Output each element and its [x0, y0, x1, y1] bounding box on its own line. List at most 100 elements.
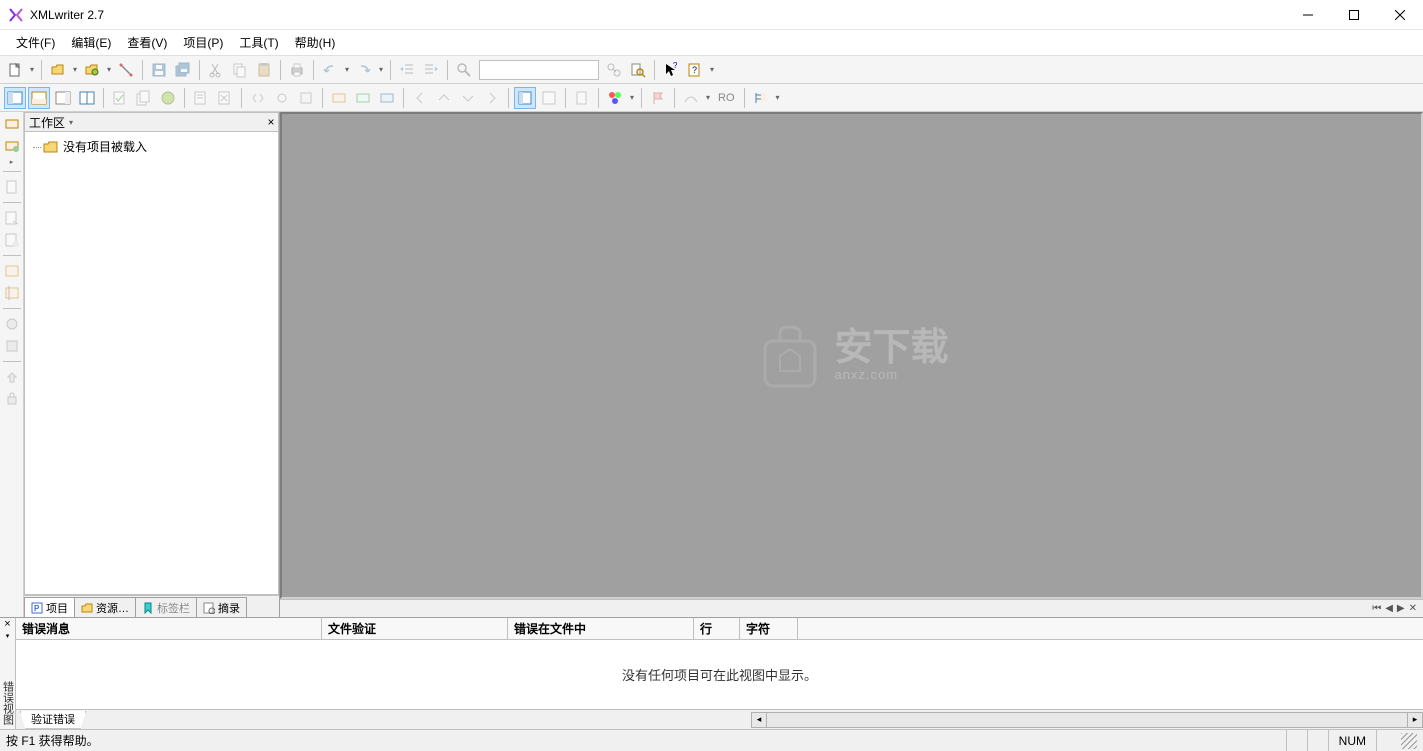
- workspace-close-button[interactable]: ×: [264, 115, 278, 129]
- view-pane-2-button[interactable]: [28, 87, 50, 109]
- element-3-button[interactable]: [376, 87, 398, 109]
- find-button[interactable]: [453, 59, 475, 81]
- close-button[interactable]: [1377, 0, 1423, 30]
- tag-2-button[interactable]: [271, 87, 293, 109]
- minimize-button[interactable]: [1285, 0, 1331, 30]
- col-char[interactable]: 字符: [740, 618, 798, 639]
- paste-button[interactable]: [253, 59, 275, 81]
- ws-tab-bookmark[interactable]: 标签栏: [135, 597, 197, 617]
- open-project-dropdown[interactable]: ▾: [105, 65, 113, 74]
- view-pane-3-button[interactable]: [52, 87, 74, 109]
- find-next-button[interactable]: [603, 59, 625, 81]
- vtb-btn-5[interactable]: [2, 230, 22, 250]
- menu-project[interactable]: 项目(P): [175, 30, 231, 55]
- open-project-button[interactable]: [81, 59, 103, 81]
- hscroll-left-button[interactable]: ◂: [751, 712, 767, 728]
- resize-grip[interactable]: [1401, 733, 1417, 749]
- help-topics-button[interactable]: ?: [684, 59, 706, 81]
- maximize-button[interactable]: [1331, 0, 1377, 30]
- nav-next-button[interactable]: [481, 87, 503, 109]
- toggle-pane-button[interactable]: [514, 87, 536, 109]
- color-tool-button[interactable]: [604, 87, 626, 109]
- element-1-button[interactable]: [328, 87, 350, 109]
- editor-nav-close[interactable]: ✕: [1409, 603, 1417, 614]
- element-2-button[interactable]: [352, 87, 374, 109]
- bottom-hscroll[interactable]: ◂ ▸: [751, 712, 1423, 728]
- col-error-msg[interactable]: 错误消息: [16, 618, 322, 639]
- cut-button[interactable]: [205, 59, 227, 81]
- vtb-btn-6[interactable]: [2, 261, 22, 281]
- undo-dropdown[interactable]: ▾: [343, 65, 351, 74]
- menu-tools[interactable]: 工具(T): [231, 30, 286, 55]
- ws-tab-resource[interactable]: 资源…: [74, 597, 136, 617]
- ws-tab-project[interactable]: P 项目: [24, 597, 75, 617]
- outdent-button[interactable]: [396, 59, 418, 81]
- vtb-dropdown-1[interactable]: ▸: [10, 158, 14, 166]
- menu-file[interactable]: 文件(F): [8, 30, 63, 55]
- help-pointer-button[interactable]: ?: [660, 59, 682, 81]
- workspace-dropdown[interactable]: ▾: [65, 118, 77, 127]
- tag-3-button[interactable]: [295, 87, 317, 109]
- menu-edit[interactable]: 编辑(E): [63, 30, 119, 55]
- new-file-button[interactable]: [4, 59, 26, 81]
- menu-view[interactable]: 查看(V): [119, 30, 175, 55]
- vtb-btn-3[interactable]: [2, 177, 22, 197]
- find-in-files-button[interactable]: [627, 59, 649, 81]
- col-line[interactable]: 行: [694, 618, 740, 639]
- editor-nav-first[interactable]: ⏮: [1372, 603, 1381, 614]
- vtb-btn-4[interactable]: [2, 208, 22, 228]
- vtb-btn-7[interactable]: [2, 283, 22, 303]
- vtb-btn-1[interactable]: [2, 114, 22, 134]
- vtb-btn-9[interactable]: [2, 336, 22, 356]
- hscroll-track[interactable]: [767, 712, 1407, 728]
- nav-prev-button[interactable]: [409, 87, 431, 109]
- ws-tab-summary[interactable]: 摘录: [196, 597, 247, 617]
- validate-button[interactable]: [109, 87, 131, 109]
- view-pane-4-button[interactable]: [76, 87, 98, 109]
- nav-up-button[interactable]: [433, 87, 455, 109]
- workspace-tree[interactable]: 没有项目被载入: [24, 132, 279, 595]
- view-pane-1-button[interactable]: [4, 87, 26, 109]
- toggle-2-button[interactable]: [538, 87, 560, 109]
- save-button[interactable]: [148, 59, 170, 81]
- redo-button[interactable]: [353, 59, 375, 81]
- vtb-btn-11[interactable]: [2, 389, 22, 409]
- nav-down-button[interactable]: [457, 87, 479, 109]
- tag-insert-button[interactable]: [247, 87, 269, 109]
- tree-view-dropdown[interactable]: ▾: [774, 93, 782, 102]
- redo-dropdown[interactable]: ▾: [377, 65, 385, 74]
- new-file-dropdown[interactable]: ▾: [28, 65, 36, 74]
- col-file-verify[interactable]: 文件验证: [322, 618, 508, 639]
- open-dropdown[interactable]: ▾: [71, 65, 79, 74]
- menu-help[interactable]: 帮助(H): [287, 30, 344, 55]
- open-button[interactable]: [47, 59, 69, 81]
- link-button[interactable]: [115, 59, 137, 81]
- editor-canvas[interactable]: 安下载 anxz.com: [280, 112, 1423, 599]
- curve-button[interactable]: [680, 87, 702, 109]
- bottom-panel-close-button[interactable]: ×: [4, 618, 10, 632]
- bottom-panel-dropdown[interactable]: ▾: [6, 632, 10, 646]
- undo-button[interactable]: [319, 59, 341, 81]
- editor-nav-prev[interactable]: ◀: [1385, 603, 1393, 614]
- bottom-tab-validate-errors[interactable]: 验证错误: [20, 711, 86, 729]
- vtb-btn-2[interactable]: [2, 136, 22, 156]
- hscroll-right-button[interactable]: ▸: [1407, 712, 1423, 728]
- indent-button[interactable]: [420, 59, 442, 81]
- print-button[interactable]: [286, 59, 308, 81]
- copy-button[interactable]: [229, 59, 251, 81]
- wellformed-button[interactable]: [157, 87, 179, 109]
- tree-view-button[interactable]: [750, 87, 772, 109]
- col-error-in-file[interactable]: 错误在文件中: [508, 618, 694, 639]
- transform-button[interactable]: [190, 87, 212, 109]
- flag-button[interactable]: [647, 87, 669, 109]
- vtb-btn-10[interactable]: [2, 367, 22, 387]
- editor-nav-next[interactable]: ▶: [1397, 603, 1405, 614]
- help-dropdown[interactable]: ▾: [708, 65, 716, 74]
- tree-root-node[interactable]: 没有项目被载入: [29, 136, 274, 157]
- curve-dropdown[interactable]: ▾: [704, 93, 712, 102]
- color-tool-dropdown[interactable]: ▾: [628, 93, 636, 102]
- find-combo[interactable]: [479, 60, 599, 80]
- transform-2-button[interactable]: [214, 87, 236, 109]
- doc-button[interactable]: [571, 87, 593, 109]
- vtb-btn-8[interactable]: [2, 314, 22, 334]
